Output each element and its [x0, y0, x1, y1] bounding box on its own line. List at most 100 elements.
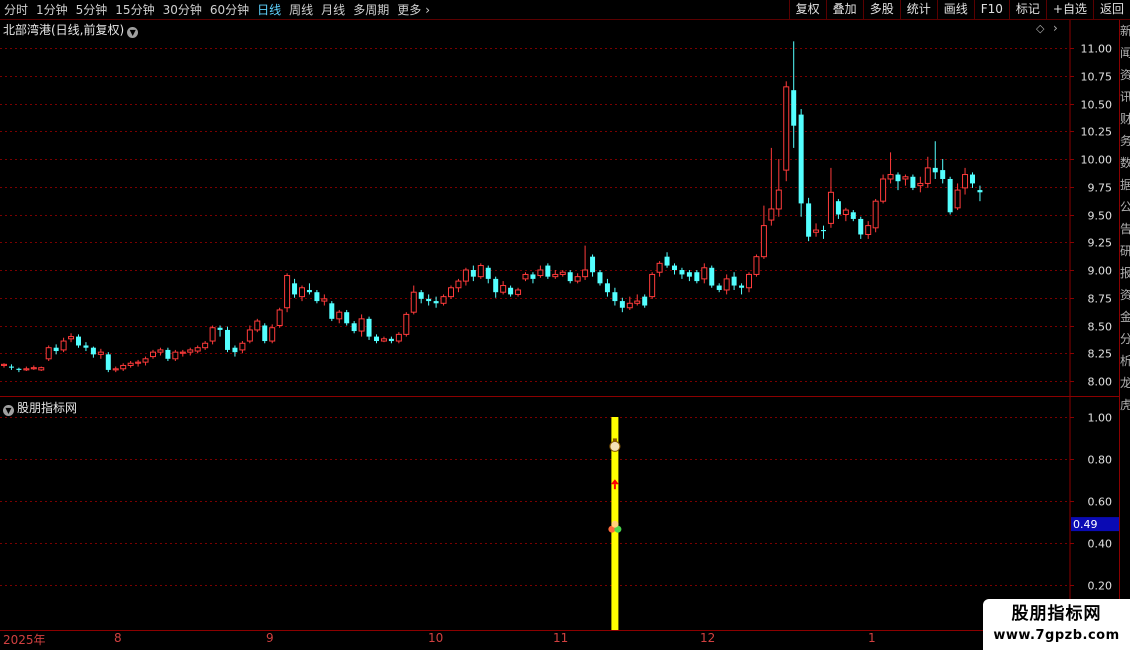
candle [60, 337, 67, 353]
candle [739, 283, 745, 295]
candle-body [508, 287, 514, 295]
candle [872, 198, 879, 233]
candle [664, 252, 670, 268]
candle [910, 174, 916, 191]
side-strip-char[interactable]: 资 [1120, 64, 1130, 86]
side-strip-char[interactable]: 财 [1120, 108, 1130, 130]
candle [590, 254, 596, 277]
candle-body [217, 327, 223, 330]
side-strip-char[interactable]: 金 [1120, 306, 1130, 328]
chevron-right-icon[interactable]: › [1053, 21, 1058, 35]
candle-body [90, 347, 96, 355]
diamond-icon[interactable]: ◇ [1036, 22, 1044, 35]
candle [753, 254, 760, 277]
side-strip-char[interactable]: 新 [1120, 20, 1130, 42]
money-bag-knot [612, 438, 617, 442]
side-strip-char[interactable]: 讯 [1120, 86, 1130, 108]
candle-body [582, 269, 589, 278]
candle [448, 285, 454, 299]
current-value-label: 0.49 [1073, 518, 1098, 531]
candle-body [440, 296, 447, 304]
candle [306, 283, 312, 295]
price-tick-label: 9.25 [1088, 237, 1113, 250]
candle-body [120, 364, 127, 370]
candle-body [30, 367, 37, 370]
candle-body [410, 291, 417, 313]
candle-body [515, 289, 522, 295]
candle-body [112, 368, 119, 371]
candle-body [45, 347, 52, 360]
candle-body [872, 200, 879, 229]
candle [686, 270, 692, 282]
candle [90, 346, 96, 358]
candle [656, 261, 663, 277]
candle-body [127, 362, 134, 366]
candle [880, 174, 887, 204]
chart-area[interactable]: 11.0010.7510.5010.2510.009.759.509.259.0… [0, 0, 1130, 650]
candle-body [433, 301, 439, 304]
side-strip-char[interactable]: 虎 [1120, 394, 1130, 416]
candle [709, 265, 715, 288]
side-strip-char[interactable]: 析 [1120, 350, 1130, 372]
candle-body [83, 345, 89, 348]
side-strip-char[interactable]: 务 [1120, 130, 1130, 152]
side-strip-char[interactable]: 据 [1120, 174, 1130, 196]
candle-body [932, 167, 938, 173]
candle [783, 81, 790, 182]
price-tick-label: 10.25 [1081, 126, 1113, 139]
candle-body [701, 267, 708, 280]
candle-body [299, 287, 305, 298]
candle [68, 333, 75, 343]
side-strip-char[interactable]: 闻 [1120, 42, 1130, 64]
side-strip-char[interactable]: 告 [1120, 218, 1130, 240]
indicator-series [608, 417, 622, 630]
date-label: 11 [553, 631, 569, 645]
candle [694, 270, 700, 284]
chevron-down-icon[interactable]: ▼ [3, 405, 14, 416]
side-strip-char[interactable]: 研 [1120, 240, 1130, 262]
candle [649, 272, 656, 299]
candle [150, 349, 156, 359]
candle-body [597, 272, 603, 284]
candle-body [723, 278, 730, 291]
side-strip-char[interactable]: 数 [1120, 152, 1130, 174]
candle [858, 216, 864, 239]
candle-body [798, 114, 804, 204]
candle-body [590, 256, 596, 273]
candle [642, 294, 648, 308]
watermark-title: 股朋指标网 [1011, 604, 1102, 624]
candle [462, 267, 469, 286]
candle [16, 367, 22, 373]
candle [225, 326, 230, 353]
side-strip-char[interactable]: 资 [1120, 284, 1130, 306]
candle [813, 223, 820, 237]
candle [455, 278, 462, 293]
candle-body [23, 368, 30, 371]
stock-title[interactable]: 北部湾港(日线,前复权) ▼ [3, 21, 139, 38]
candle [410, 285, 417, 315]
candle-body [403, 313, 410, 335]
candle-body [895, 174, 901, 182]
candle [433, 296, 439, 308]
candle [470, 265, 476, 282]
candle-body [262, 325, 268, 342]
candle [887, 152, 894, 184]
candle-body [672, 265, 677, 270]
candle-body [246, 329, 253, 342]
candle-body [314, 292, 320, 302]
candle-body [209, 327, 216, 342]
side-info-strip[interactable]: 新闻资讯财务数据公告研报资金分析龙虎 [1119, 20, 1130, 630]
side-strip-char[interactable]: 公 [1120, 196, 1130, 218]
price-tick-label: 8.25 [1088, 348, 1113, 361]
side-strip-char[interactable]: 龙 [1120, 372, 1130, 394]
indicator-title[interactable]: ▼ 股朋指标网 [3, 399, 77, 416]
candle-body [276, 309, 283, 326]
candle-body [1, 363, 7, 366]
candle-body [768, 208, 775, 221]
side-strip-char[interactable]: 报 [1120, 262, 1130, 284]
side-strip-char[interactable]: 分 [1120, 328, 1130, 350]
candle-body [522, 273, 529, 280]
candle [403, 312, 410, 337]
chevron-down-icon[interactable]: ▼ [127, 27, 139, 38]
candle-body [493, 278, 499, 293]
